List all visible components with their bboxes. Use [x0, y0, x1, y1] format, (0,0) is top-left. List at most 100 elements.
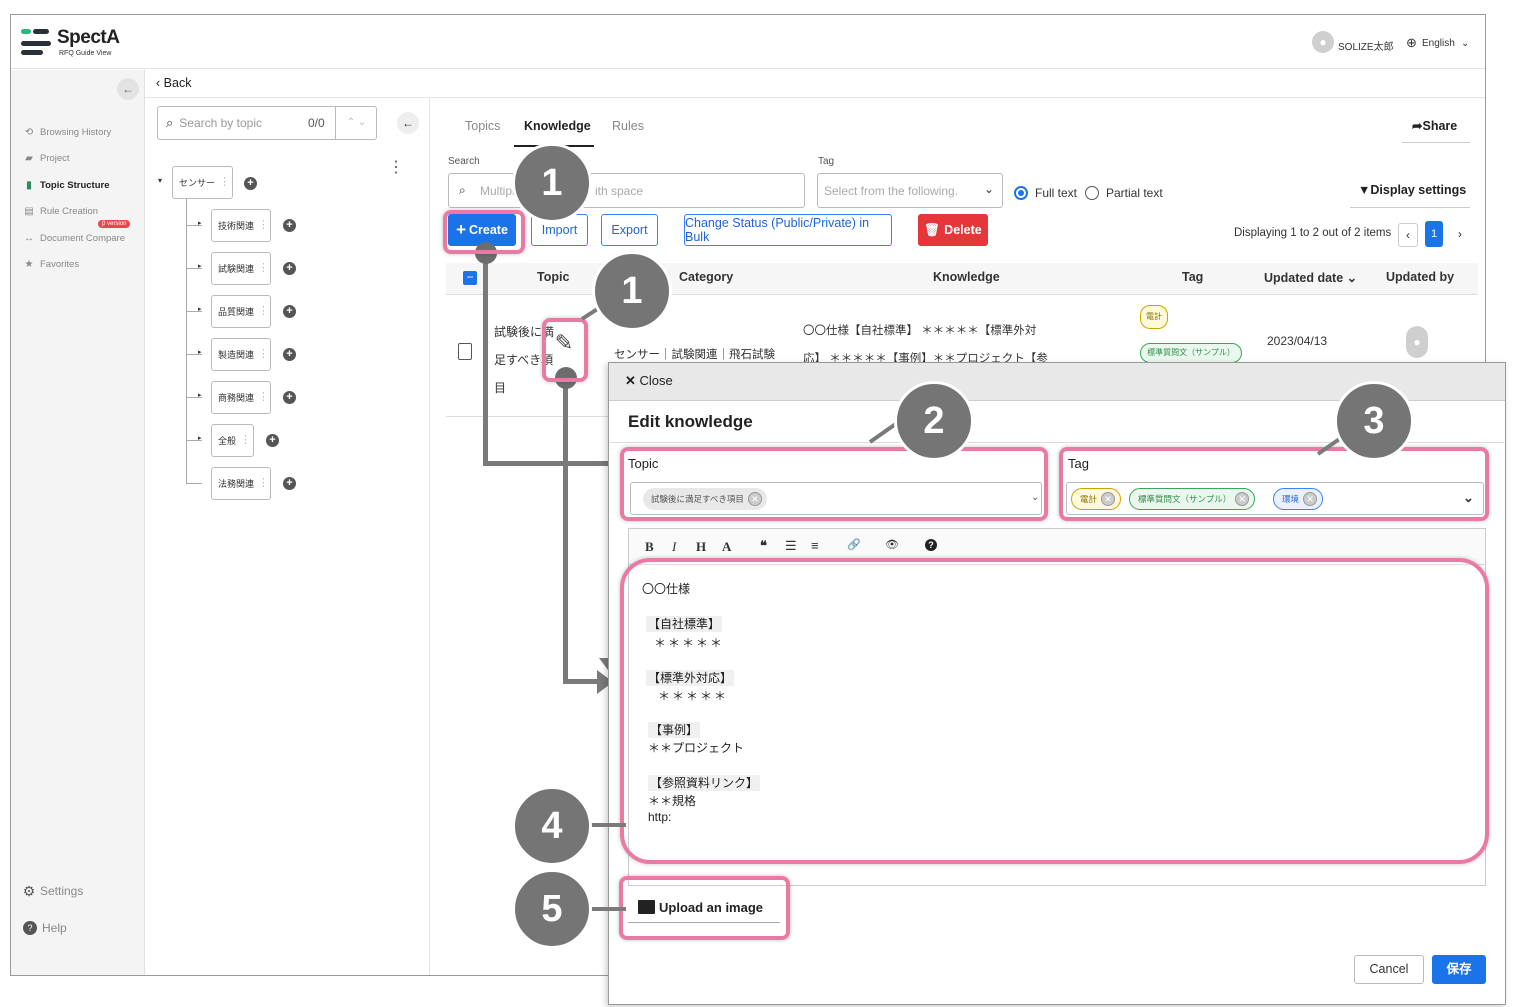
add-node-icon[interactable]: + [266, 434, 279, 447]
connector-line [483, 252, 488, 466]
sidebar-item-project[interactable]: ▰ Project [23, 152, 69, 164]
search-icon: ⌕ [166, 115, 174, 130]
expand-caret-icon[interactable]: ▸ [198, 305, 202, 313]
radio-full-text[interactable] [1014, 186, 1028, 200]
knowledge-search-input[interactable]: ⌕ Multipl ith space [448, 173, 805, 208]
tree-node[interactable]: 品質関連 ⋮ [211, 295, 271, 328]
user-avatar[interactable]: ● [1312, 31, 1334, 53]
logo-icon [21, 27, 51, 59]
history-icon: ⟲ [24, 126, 34, 138]
tab-rules[interactable]: Rules [612, 119, 644, 133]
column-header-updated-by[interactable]: Updated by [1386, 270, 1454, 284]
display-settings-button[interactable]: ▼Display settings [1358, 183, 1466, 197]
add-node-icon[interactable]: + [283, 391, 296, 404]
sidebar-item-favorites[interactable]: ★ Favorites [23, 258, 80, 270]
sidebar-item-topic-structure[interactable]: ▮ Topic Structure [23, 179, 109, 191]
expand-caret-icon[interactable]: ▸ [198, 348, 202, 356]
delete-button[interactable]: 🗑 Delete [918, 214, 988, 246]
sidebar-item-browsing-history[interactable]: ⟲ Browsing History [23, 126, 111, 138]
tab-knowledge[interactable]: Knowledge [524, 119, 591, 133]
modal-title: Edit knowledge [628, 412, 753, 431]
expand-caret-icon[interactable]: ▸ [198, 434, 202, 442]
expand-caret-icon[interactable]: ▸ [198, 262, 202, 270]
italic-button[interactable]: I [672, 539, 676, 555]
sidebar-item-help[interactable]: ? Help [23, 921, 67, 935]
add-node-icon[interactable]: + [283, 348, 296, 361]
chevron-down-icon[interactable]: ⌄ [1461, 38, 1469, 49]
select-all-checkbox[interactable]: − [463, 271, 477, 285]
add-node-icon[interactable]: + [244, 177, 257, 190]
cancel-button[interactable]: Cancel [1354, 955, 1424, 984]
chevron-down-icon: ⌄ [984, 182, 995, 196]
back-link[interactable]: ‹ Back [156, 76, 191, 90]
prev-page-button[interactable]: ‹ [1398, 223, 1418, 247]
document-icon: ▤ [24, 205, 34, 217]
tree-node-root[interactable]: センサー ⋮ [172, 166, 233, 199]
quote-button[interactable]: ❝ [760, 538, 767, 554]
numbered-list-button[interactable]: ≡ [811, 538, 819, 553]
font-button[interactable]: A [722, 539, 731, 555]
sidebar-item-settings[interactable]: ⚙ Settings [23, 883, 84, 899]
export-button[interactable]: Export [601, 214, 658, 246]
share-button[interactable]: ➦Share [1412, 118, 1457, 133]
column-header-tag[interactable]: Tag [1182, 270, 1203, 284]
expand-caret-icon[interactable]: ▸ [198, 219, 202, 227]
column-header-topic[interactable]: Topic [537, 270, 569, 284]
add-node-icon[interactable]: + [283, 305, 296, 318]
tree-connector [186, 483, 202, 484]
tree-node[interactable]: 法務関連 ⋮ [211, 467, 271, 500]
row-tag-chip: 電計 [1140, 305, 1168, 329]
full-text-label: Full text [1035, 186, 1078, 200]
more-options-icon[interactable]: ⋮ [388, 160, 404, 176]
callout-badge-3: 3 [1334, 381, 1414, 461]
tab-topics[interactable]: Topics [465, 119, 500, 133]
row-category: センサー｜試験関連｜飛石試験 [614, 349, 775, 361]
add-node-icon[interactable]: + [283, 477, 296, 490]
globe-icon[interactable]: ⊕ [1406, 35, 1417, 51]
divider [1402, 142, 1470, 143]
heading-button[interactable]: H [696, 539, 706, 555]
tag-filter-select[interactable]: Select from the following. ⌄ [817, 173, 1003, 208]
collapse-tree-button[interactable]: ← [397, 112, 419, 134]
share-icon: ➦ [1412, 119, 1423, 133]
language-select[interactable]: English [1422, 38, 1455, 49]
bullet-list-button[interactable]: ☰ [785, 538, 797, 554]
row-checkbox[interactable] [458, 343, 472, 360]
highlight-upload [619, 876, 790, 940]
tree-node[interactable]: 製造関連 ⋮ [211, 338, 271, 371]
briefcase-icon: ▰ [25, 152, 33, 164]
compare-icon: ↔ [24, 232, 34, 244]
highlight-create [443, 210, 525, 254]
column-header-updated-date[interactable]: Updated date ⌄ [1264, 270, 1357, 285]
collapse-sidebar-button[interactable]: ← [117, 78, 139, 100]
bold-button[interactable]: B [645, 539, 654, 555]
connector-line [483, 461, 613, 466]
sidebar-item-rule-creation[interactable]: ▤ Rule Creation [23, 205, 98, 217]
callout-pointer [586, 823, 626, 827]
tree-node[interactable]: 商務関連 ⋮ [211, 381, 271, 414]
radio-partial-text[interactable] [1085, 186, 1099, 200]
expand-caret-icon[interactable]: ▸ [198, 391, 202, 399]
column-header-category[interactable]: Category [679, 270, 733, 284]
user-name[interactable]: SOLIZE太郎 [1338, 38, 1394, 53]
save-button[interactable]: 保存 [1432, 955, 1486, 984]
bulk-status-button[interactable]: Change Status (Public/Private) in Bulk [684, 214, 892, 246]
help-button[interactable]: ? [925, 539, 937, 551]
tree-node[interactable]: 技術関連 ⋮ [211, 209, 271, 242]
add-node-icon[interactable]: + [283, 219, 296, 232]
expand-caret-icon[interactable]: ▾ [158, 176, 162, 185]
preview-button[interactable]: 👁 [885, 538, 899, 551]
add-node-icon[interactable]: + [283, 262, 296, 275]
tree-node[interactable]: 全般 ⋮ [211, 424, 254, 457]
link-button[interactable]: 🔗 [847, 538, 861, 551]
search-label: Search [448, 156, 480, 167]
callout-badge-1: 1 [512, 143, 592, 223]
page-1-button[interactable]: 1 [1425, 221, 1443, 247]
tree-node[interactable]: 試験関連 ⋮ [211, 252, 271, 285]
sidebar-item-document-compare[interactable]: ↔ Document Compare [23, 232, 125, 244]
search-nav-arrows[interactable]: ⌃ ⌄ [335, 106, 377, 140]
close-button[interactable]: ✕ Close [625, 373, 673, 389]
next-page-button[interactable]: › [1451, 223, 1469, 247]
column-header-knowledge[interactable]: Knowledge [933, 270, 1000, 284]
top-bar: SpectA RFQ Guide View ● SOLIZE太郎 ⊕ Engli… [11, 15, 1485, 69]
